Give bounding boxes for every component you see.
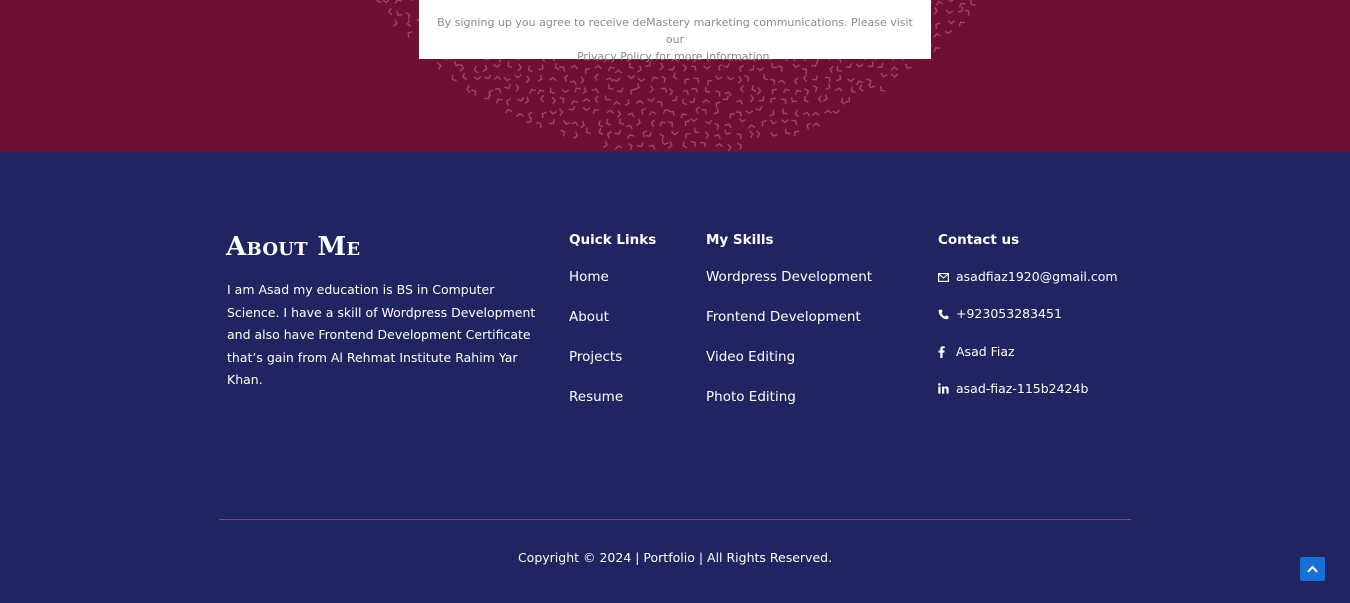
quick-link-about[interactable]: About (569, 308, 623, 348)
facebook-icon (938, 343, 956, 361)
scroll-to-top-button[interactable] (1300, 557, 1325, 581)
chevron-up-icon (1307, 565, 1318, 573)
contact-linkedin-text: asad-fiaz-115b2424b (956, 380, 1089, 396)
about-title: About Me (226, 232, 361, 262)
envelope-icon (938, 268, 956, 286)
quick-link-resume[interactable]: Resume (569, 388, 623, 428)
copyright-text: Copyright © 2024 | Portfolio | All Right… (517, 550, 833, 565)
contact-email[interactable]: asadfiaz1920@gmail.com (938, 268, 1118, 305)
signup-notice: By signing up you agree to receive deMas… (419, 0, 931, 63)
about-text: I am Asad my education is BS in Computer… (227, 282, 536, 387)
quick-links-list: Home About Projects Resume (569, 268, 623, 428)
skill-video-editing[interactable]: Video Editing (706, 348, 872, 388)
quick-link-projects[interactable]: Projects (569, 348, 623, 388)
contact-facebook[interactable]: Asad Fiaz (938, 343, 1118, 380)
contact-list: asadfiaz1920@gmail.com +923053283451 Asa… (938, 268, 1118, 417)
skill-frontend-development[interactable]: Frontend Development (706, 308, 872, 348)
phone-icon (938, 305, 956, 323)
contact-phone-text: +923053283451 (956, 306, 1062, 322)
contact-linkedin[interactable]: asad-fiaz-115b2424b (938, 380, 1118, 417)
skill-photo-editing[interactable]: Photo Editing (706, 388, 872, 428)
skills-list: Wordpress Development Frontend Developme… (706, 268, 872, 428)
site-footer: About Me I am Asad my education is BS in… (0, 152, 1350, 603)
footer-divider (219, 519, 1131, 520)
linkedin-icon (938, 380, 956, 398)
signup-notice-line1: By signing up you agree to receive deMas… (437, 16, 913, 46)
contact-phone[interactable]: +923053283451 (938, 305, 1118, 342)
contact-email-text: asadfiaz1920@gmail.com (956, 269, 1118, 284)
signup-notice-line2: Privacy Policy for more information. (576, 50, 774, 63)
skill-wordpress-development[interactable]: Wordpress Development (706, 268, 872, 308)
contact-facebook-text: Asad Fiaz (956, 343, 1015, 359)
skills-title: My Skills (706, 232, 774, 248)
quick-link-home[interactable]: Home (569, 268, 623, 308)
quick-links-title: Quick Links (569, 232, 657, 248)
newsletter-section-band: By signing up you agree to receive deMas… (0, 0, 1350, 152)
contact-title: Contact us (938, 232, 1020, 248)
